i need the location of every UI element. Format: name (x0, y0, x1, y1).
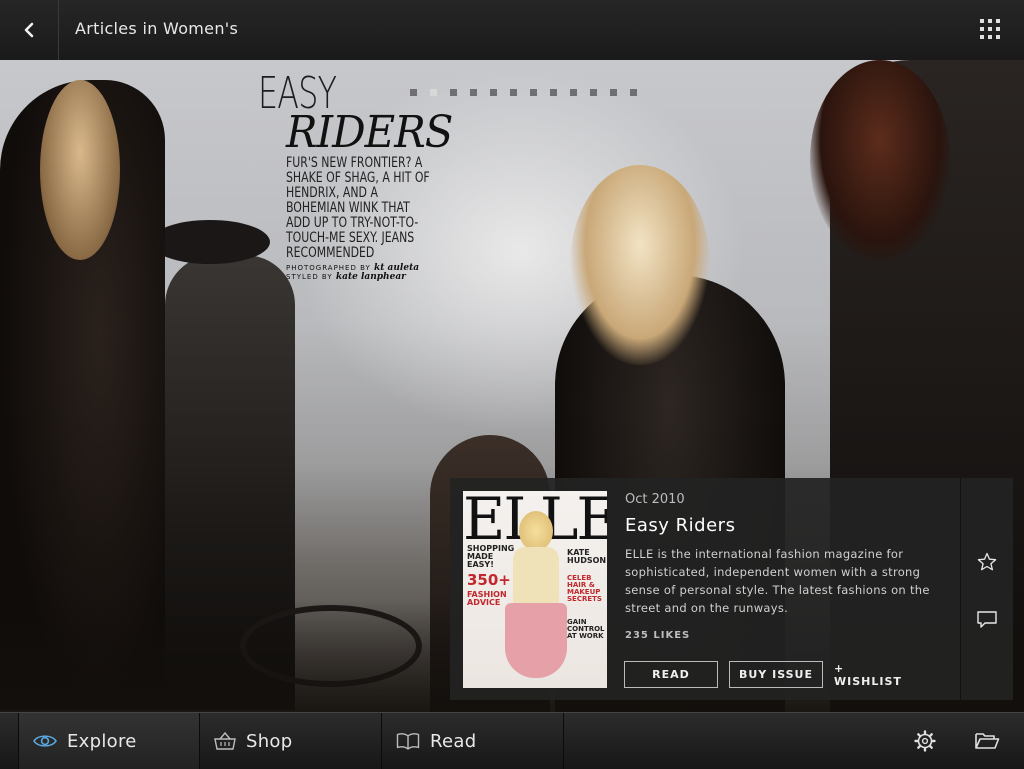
cover-line: KATE HUDSON (567, 548, 607, 565)
cover-line: SHOPPING MADE EASY! (467, 544, 515, 569)
magazine-cover[interactable]: ELLE SHOPPING MADE EASY! 350+ FASHION AD… (463, 491, 607, 688)
folder-icon (975, 733, 1000, 749)
photo-credits: PHOTOGRAPHED BY kt auleta STYLED BY kate… (286, 264, 478, 282)
headline-riders: RIDERS (286, 107, 453, 158)
tab-read[interactable]: Read (382, 713, 564, 769)
buy-issue-button[interactable]: BUY ISSUE (729, 661, 823, 688)
cover-line: 350+ (467, 571, 511, 589)
page-dot[interactable] (510, 89, 517, 96)
page-dot[interactable] (430, 89, 437, 96)
page-dot[interactable] (490, 89, 497, 96)
open-book-icon (396, 732, 420, 750)
back-button[interactable] (0, 0, 59, 60)
article-description: ELLE is the international fashion magazi… (625, 547, 930, 615)
page-dot[interactable] (590, 89, 597, 96)
page-dot[interactable] (530, 89, 537, 96)
likes-count: 235 LIKES (625, 630, 691, 641)
page-dot[interactable] (630, 89, 637, 96)
article-title: Easy Riders (625, 515, 736, 536)
comment-icon (977, 611, 997, 628)
star-icon (977, 552, 997, 571)
credit-photo-label: PHOTOGRAPHED BY (286, 264, 371, 272)
tab-label: Read (430, 730, 477, 752)
page-dot[interactable] (450, 89, 457, 96)
read-button[interactable]: READ (624, 661, 718, 688)
basket-icon (214, 731, 236, 751)
favorite-button[interactable] (977, 552, 997, 576)
page-dot[interactable] (610, 89, 617, 96)
issue-date: Oct 2010 (625, 492, 685, 507)
comment-button[interactable] (976, 610, 998, 634)
page-dot[interactable] (410, 89, 417, 96)
cover-line: FASHION ADVICE (467, 590, 507, 607)
model-hat (150, 220, 270, 264)
tab-label: Shop (246, 730, 293, 752)
page-dot[interactable] (550, 89, 557, 96)
page-dot[interactable] (570, 89, 577, 96)
model-hair (570, 165, 710, 365)
cover-line: GAIN CONTROL AT WORK (567, 618, 605, 640)
grid-menu-button[interactable] (980, 19, 1002, 41)
card-action-column (960, 478, 1013, 700)
credit-style-label: STYLED BY (286, 273, 333, 281)
tab-explore[interactable]: Explore (18, 713, 200, 769)
gear-icon (914, 730, 936, 752)
article-info-card: ELLE SHOPPING MADE EASY! 350+ FASHION AD… (450, 478, 1013, 700)
settings-button[interactable] (914, 730, 936, 756)
model-hair (40, 80, 120, 260)
tab-label: Explore (67, 730, 137, 752)
page-title: Articles in Women's (75, 19, 239, 38)
credit-style-name: kate lanphear (335, 272, 406, 282)
headline-deck: FUR'S NEW FRONTIER? A SHAKE OF SHAG, A H… (286, 155, 430, 261)
cover-line: CELEB HAIR & MAKEUP SECRETS (567, 574, 602, 603)
article-headline: EASY RIDERS FUR'S NEW FRONTIER? A SHAKE … (258, 72, 478, 282)
top-bar: Articles in Women's (0, 0, 1024, 61)
library-button[interactable] (974, 731, 1000, 755)
cover-model (505, 511, 567, 688)
model-hair (810, 60, 950, 260)
page-dot[interactable] (470, 89, 477, 96)
page-indicator[interactable] (410, 89, 637, 96)
bottom-nav-bar: Explore Shop Read (0, 712, 1024, 769)
wishlist-button[interactable]: + WISHLIST (834, 661, 914, 688)
eye-icon (33, 733, 57, 749)
chevron-left-icon (24, 22, 34, 38)
tab-shop[interactable]: Shop (200, 713, 382, 769)
